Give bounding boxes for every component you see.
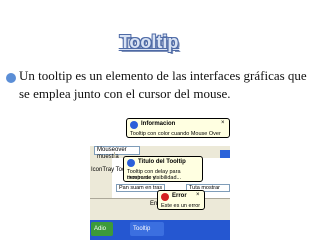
info-tooltip-body: Tooltip con color cuando Mouse Over — [130, 131, 221, 137]
bullet-text: Un tooltip es un elemento de las interfa… — [19, 68, 307, 101]
start-button[interactable]: Adio — [91, 222, 113, 236]
icon-tray-label: IconTray Tool — [91, 167, 127, 173]
mouseover-field[interactable]: Mouseover muestra — [94, 146, 140, 160]
close-icon[interactable]: × — [221, 120, 227, 126]
close-icon[interactable]: × — [196, 192, 202, 198]
error-tooltip: Error Este es un error × — [157, 190, 205, 210]
bullet-icon — [6, 73, 16, 83]
slide-title: Tooltip — [119, 32, 179, 52]
error-tooltip-body: Este es un error — [161, 203, 201, 209]
titled-tooltip-title: Titulo del Tooltip — [138, 159, 186, 165]
taskbar: Adio Tooltip — [90, 220, 230, 240]
titled-tooltip-line2: tiempo de visibilidad... — [127, 175, 182, 181]
error-icon — [161, 193, 169, 201]
info-tooltip-title: Informacion — [141, 121, 176, 127]
titled-tooltip: Titulo del Tooltip Tooltip con delay par… — [123, 156, 203, 182]
taskbar-item[interactable]: Tooltip — [130, 222, 164, 236]
info-tooltip: Informacion Tooltip con color cuando Mou… — [126, 118, 230, 138]
info-icon — [130, 121, 138, 129]
tooltip-screenshot: Informacion Tooltip con color cuando Mou… — [90, 116, 230, 240]
info-icon — [127, 159, 135, 167]
error-tooltip-title: Error — [172, 193, 187, 199]
